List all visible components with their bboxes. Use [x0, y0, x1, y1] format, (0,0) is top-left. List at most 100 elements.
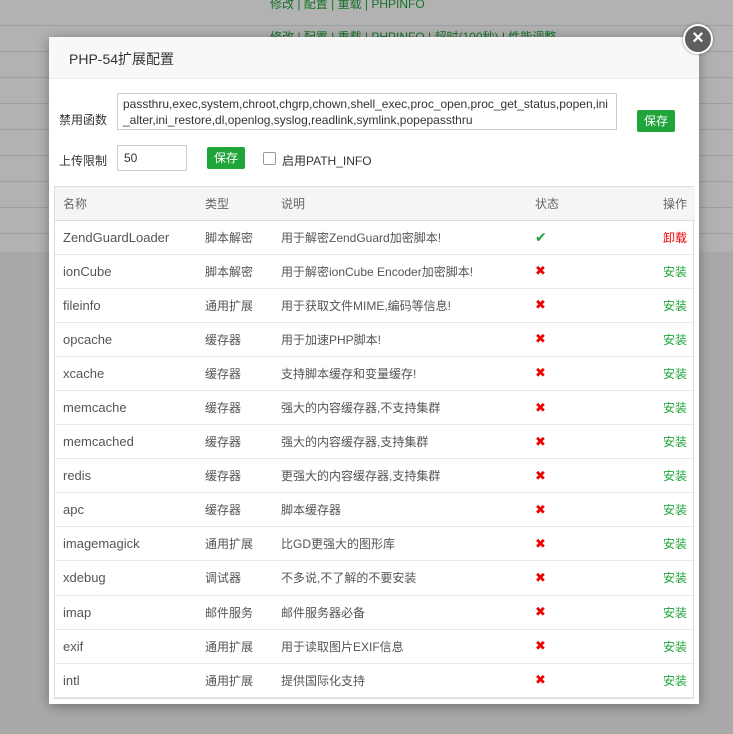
php-extension-dialog: PHP-54扩展配置 禁用函数 passthru,exec,system,chr… — [49, 37, 699, 704]
cross-icon: ✖ — [535, 535, 546, 551]
extension-name: fileinfo — [55, 288, 197, 323]
column-header-status: 状态 — [527, 187, 607, 221]
install-link[interactable]: 安装 — [663, 537, 687, 551]
extension-status: ✖ — [527, 254, 607, 289]
extension-name: xdebug — [55, 560, 197, 596]
install-link[interactable]: 安装 — [663, 674, 687, 688]
extension-name: intl — [55, 663, 197, 698]
upload-limit-input[interactable] — [117, 145, 187, 171]
table-row: imap 邮件服务 邮件服务器必备 ✖ 安装 — [55, 595, 695, 630]
extension-action-cell: 安装 — [607, 322, 695, 357]
save-upload-limit-button[interactable]: 保存 — [207, 147, 246, 169]
cross-icon: ✖ — [535, 331, 546, 347]
install-link[interactable]: 安装 — [663, 469, 687, 483]
extension-name: memcache — [55, 390, 197, 426]
extension-action-cell: 卸载 — [607, 220, 695, 255]
upload-limit-label: 上传限制 — [59, 154, 108, 168]
extension-type: 缓存器 — [197, 322, 273, 357]
extension-type: 缓存器 — [197, 356, 273, 391]
extension-description: 支持脚本缓存和变量缓存! — [273, 356, 527, 391]
extension-status: ✔ — [527, 220, 607, 255]
extension-type: 缓存器 — [197, 424, 273, 460]
extension-action-cell: 安装 — [607, 356, 695, 391]
column-header-name: 名称 — [55, 187, 197, 221]
table-header-row: 名称 类型 说明 状态 操作 — [55, 187, 695, 221]
install-link[interactable]: 安装 — [663, 401, 687, 415]
table-row: apc 缓存器 脚本缓存器 ✖ 安装 — [55, 492, 695, 528]
cross-icon: ✖ — [535, 569, 546, 585]
extension-action-cell: 安装 — [607, 254, 695, 289]
extension-status: ✖ — [527, 390, 607, 426]
save-disable-functions-button[interactable]: 保存 — [637, 110, 676, 132]
extension-action-cell: 安装 — [607, 663, 695, 698]
extension-status: ✖ — [527, 458, 607, 494]
install-link[interactable]: 安装 — [663, 640, 687, 654]
extension-type: 脚本解密 — [197, 254, 273, 289]
install-link[interactable]: 安装 — [663, 265, 687, 279]
table-row: ionCube 脚本解密 用于解密ionCube Encoder加密脚本! ✖ 安装 — [55, 254, 695, 289]
extension-type: 邮件服务 — [197, 595, 273, 630]
install-link[interactable]: 安装 — [663, 367, 687, 381]
extension-name: imagemagick — [55, 526, 197, 562]
extension-type: 通用扩展 — [197, 663, 273, 698]
extension-type: 通用扩展 — [197, 526, 273, 562]
extension-description: 用于获取文件MIME,编码等信息! — [273, 288, 527, 323]
extension-description: 用于读取图片EXIF信息 — [273, 629, 527, 664]
table-row: redis 缓存器 更强大的内容缓存器,支持集群 ✖ 安装 — [55, 458, 695, 494]
extension-name: ionCube — [55, 254, 197, 289]
extension-action-cell: 安装 — [607, 390, 695, 426]
table-row: exif 通用扩展 用于读取图片EXIF信息 ✖ 安装 — [55, 629, 695, 664]
extension-status: ✖ — [527, 424, 607, 460]
uninstall-link[interactable]: 卸载 — [663, 231, 687, 245]
extension-description: 比GD更强大的图形库 — [273, 526, 527, 562]
extension-description: 提供国际化支持 — [273, 663, 527, 698]
table-row: memcache 缓存器 强大的内容缓存器,不支持集群 ✖ 安装 — [55, 390, 695, 426]
extension-action-cell: 安装 — [607, 458, 695, 494]
cross-icon: ✖ — [535, 501, 546, 517]
table-row: fileinfo 通用扩展 用于获取文件MIME,编码等信息! ✖ 安装 — [55, 288, 695, 323]
column-header-description: 说明 — [273, 187, 527, 221]
extension-status: ✖ — [527, 322, 607, 357]
extension-action-cell: 安装 — [607, 560, 695, 596]
extension-action-cell: 安装 — [607, 526, 695, 562]
extension-name: apc — [55, 492, 197, 528]
extension-type: 脚本解密 — [197, 220, 273, 255]
extension-status: ✖ — [527, 492, 607, 528]
extension-description: 强大的内容缓存器,支持集群 — [273, 424, 527, 460]
path-info-label[interactable]: 启用PATH_INFO — [282, 152, 372, 169]
extension-name: redis — [55, 458, 197, 494]
disable-functions-textarea[interactable]: passthru,exec,system,chroot,chgrp,chown,… — [117, 93, 617, 130]
extension-description: 强大的内容缓存器,不支持集群 — [273, 390, 527, 426]
cross-icon: ✖ — [535, 297, 546, 313]
extension-action-cell: 安装 — [607, 629, 695, 664]
extension-action-cell: 安装 — [607, 288, 695, 323]
cross-icon: ✖ — [535, 399, 546, 415]
path-info-checkbox[interactable] — [263, 152, 276, 165]
install-link[interactable]: 安装 — [663, 435, 687, 449]
table-row: memcached 缓存器 强大的内容缓存器,支持集群 ✖ 安装 — [55, 424, 695, 460]
disable-functions-label: 禁用函数 — [59, 113, 108, 127]
install-link[interactable]: 安装 — [663, 571, 687, 585]
extension-name: ZendGuardLoader — [55, 220, 197, 255]
extension-description: 用于加速PHP脚本! — [273, 322, 527, 357]
extension-action-cell: 安装 — [607, 595, 695, 630]
table-row: xcache 缓存器 支持脚本缓存和变量缓存! ✖ 安装 — [55, 356, 695, 391]
table-row: imagemagick 通用扩展 比GD更强大的图形库 ✖ 安装 — [55, 526, 695, 562]
install-link[interactable]: 安装 — [663, 503, 687, 517]
extension-description: 更强大的内容缓存器,支持集群 — [273, 458, 527, 494]
table-row: opcache 缓存器 用于加速PHP脚本! ✖ 安装 — [55, 322, 695, 357]
close-icon[interactable]: × — [683, 24, 713, 54]
table-row: intl 通用扩展 提供国际化支持 ✖ 安装 — [55, 663, 695, 698]
table-row: xdebug 调试器 不多说,不了解的不要安装 ✖ 安装 — [55, 560, 695, 596]
extension-type: 缓存器 — [197, 458, 273, 494]
extension-type: 调试器 — [197, 560, 273, 596]
extension-description: 邮件服务器必备 — [273, 595, 527, 630]
extension-description: 用于解密ionCube Encoder加密脚本! — [273, 254, 527, 289]
extension-name: exif — [55, 629, 197, 664]
install-link[interactable]: 安装 — [663, 333, 687, 347]
install-link[interactable]: 安装 — [663, 299, 687, 313]
install-link[interactable]: 安装 — [663, 606, 687, 620]
dialog-title: PHP-54扩展配置 — [49, 37, 699, 79]
extensions-table: 名称 类型 说明 状态 操作 ZendGuardLoader 脚本解密 用于解密Ze… — [54, 186, 695, 699]
extension-status: ✖ — [527, 595, 607, 630]
